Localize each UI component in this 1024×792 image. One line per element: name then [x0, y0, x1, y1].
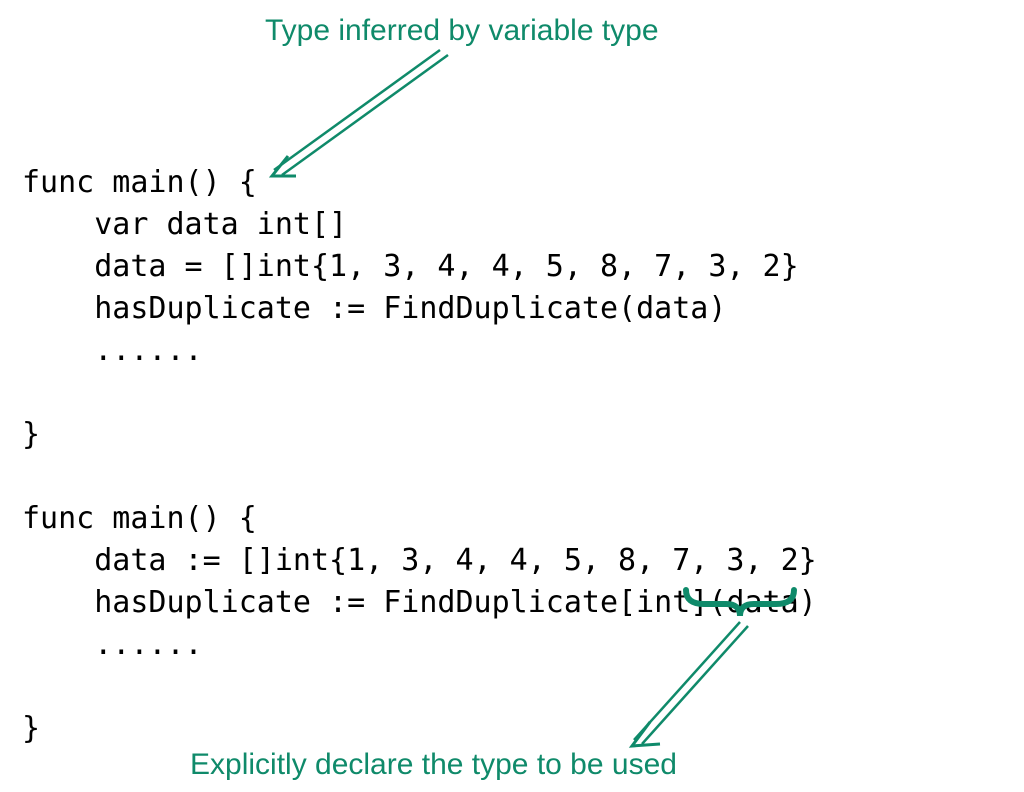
- code-line: func main() {: [22, 165, 257, 200]
- code-line: data := []int{1, 3, 4, 4, 5, 8, 7, 3, 2}: [22, 543, 817, 578]
- annotation-bottom: Explicitly declare the type to be used: [190, 748, 677, 782]
- code-line: data = []int{1, 3, 4, 4, 5, 8, 7, 3, 2}: [22, 249, 799, 284]
- code-line: hasDuplicate := FindDuplicate[int](data): [22, 585, 817, 620]
- code-line: }: [22, 417, 40, 452]
- diagram-canvas: Type inferred by variable type func main…: [0, 0, 1024, 792]
- code-block-explicit: func main() { data := []int{1, 3, 4, 4, …: [22, 498, 817, 750]
- code-line: hasDuplicate := FindDuplicate(data): [22, 291, 726, 326]
- annotation-top: Type inferred by variable type: [265, 14, 659, 48]
- code-block-inferred: func main() { var data int[] data = []in…: [22, 162, 799, 456]
- arrow-top: [272, 50, 448, 176]
- code-line: }: [22, 711, 40, 746]
- code-line: ......: [22, 627, 203, 662]
- code-line: var data int[]: [22, 207, 347, 242]
- code-line: ......: [22, 333, 203, 368]
- code-line: func main() {: [22, 501, 257, 536]
